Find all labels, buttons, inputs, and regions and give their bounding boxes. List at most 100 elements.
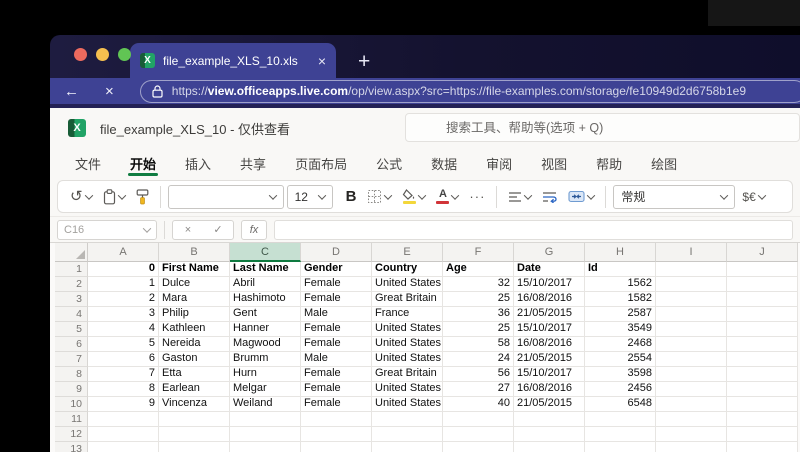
cell-D10[interactable]: Female <box>301 397 372 412</box>
column-header-F[interactable]: F <box>443 243 514 262</box>
cell-B5[interactable]: Kathleen <box>159 322 230 337</box>
column-header-J[interactable]: J <box>727 243 798 262</box>
cell-J3[interactable] <box>727 292 798 307</box>
cell-B6[interactable]: Nereida <box>159 337 230 352</box>
cell-H10[interactable]: 6548 <box>585 397 656 412</box>
cell-B12[interactable] <box>159 427 230 442</box>
row-header-9[interactable]: 9 <box>55 382 88 397</box>
cell-A13[interactable] <box>88 442 159 452</box>
more-font-options-button[interactable]: ··· <box>465 186 489 207</box>
address-bar[interactable]: https://view.officeapps.live.com/op/view… <box>139 79 800 103</box>
formula-input[interactable] <box>274 219 793 240</box>
cell-A11[interactable] <box>88 412 159 427</box>
menu-tab-8[interactable]: 视图 <box>535 148 573 178</box>
cell-I7[interactable] <box>656 352 727 367</box>
cell-J6[interactable] <box>727 337 798 352</box>
cell-H12[interactable] <box>585 427 656 442</box>
cell-G9[interactable]: 16/08/2016 <box>514 382 585 397</box>
tab-close-icon[interactable]: × <box>318 54 326 68</box>
cell-D9[interactable]: Female <box>301 382 372 397</box>
cell-H3[interactable]: 1582 <box>585 292 656 307</box>
menu-tab-4[interactable]: 页面布局 <box>289 148 353 178</box>
menu-tab-9[interactable]: 帮助 <box>590 148 628 178</box>
name-box[interactable]: C16 <box>57 219 157 240</box>
cell-J11[interactable] <box>727 412 798 427</box>
cell-C1[interactable]: Last Name <box>230 262 301 277</box>
cell-J7[interactable] <box>727 352 798 367</box>
cell-E7[interactable]: United States <box>372 352 443 367</box>
cell-H7[interactable]: 2554 <box>585 352 656 367</box>
cell-E12[interactable] <box>372 427 443 442</box>
bold-button[interactable]: B <box>342 185 361 208</box>
cell-C8[interactable]: Hurn <box>230 367 301 382</box>
cell-B11[interactable] <box>159 412 230 427</box>
cell-J5[interactable] <box>727 322 798 337</box>
cell-I5[interactable] <box>656 322 727 337</box>
cell-G7[interactable]: 21/05/2015 <box>514 352 585 367</box>
cell-I8[interactable] <box>656 367 727 382</box>
cell-D2[interactable]: Female <box>301 277 372 292</box>
row-header-10[interactable]: 10 <box>55 397 88 412</box>
column-header-I[interactable]: I <box>656 243 727 262</box>
cell-A5[interactable]: 4 <box>88 322 159 337</box>
cell-J13[interactable] <box>727 442 798 452</box>
cell-C13[interactable] <box>230 442 301 452</box>
cell-J2[interactable] <box>727 277 798 292</box>
cell-H1[interactable]: Id <box>585 262 656 277</box>
column-header-G[interactable]: G <box>514 243 585 262</box>
cell-G1[interactable]: Date <box>514 262 585 277</box>
cell-D4[interactable]: Male <box>301 307 372 322</box>
cell-J8[interactable] <box>727 367 798 382</box>
cell-C2[interactable]: Abril <box>230 277 301 292</box>
column-header-B[interactable]: B <box>159 243 230 262</box>
row-header-1[interactable]: 1 <box>55 262 88 277</box>
cell-I11[interactable] <box>656 412 727 427</box>
cell-B13[interactable] <box>159 442 230 452</box>
row-header-6[interactable]: 6 <box>55 337 88 352</box>
menu-tab-3[interactable]: 共享 <box>234 148 272 178</box>
cell-A9[interactable]: 8 <box>88 382 159 397</box>
cell-I12[interactable] <box>656 427 727 442</box>
cell-B2[interactable]: Dulce <box>159 277 230 292</box>
cell-G13[interactable] <box>514 442 585 452</box>
cell-J12[interactable] <box>727 427 798 442</box>
stop-icon[interactable]: × <box>105 84 114 99</box>
cell-D5[interactable]: Female <box>301 322 372 337</box>
column-header-A[interactable]: A <box>88 243 159 262</box>
row-header-8[interactable]: 8 <box>55 367 88 382</box>
cell-E4[interactable]: France <box>372 307 443 322</box>
font-size-select[interactable]: 12 <box>286 184 333 209</box>
cell-F13[interactable] <box>443 442 514 452</box>
cell-H4[interactable]: 2587 <box>585 307 656 322</box>
cell-F2[interactable]: 32 <box>443 277 514 292</box>
cell-H2[interactable]: 1562 <box>585 277 656 292</box>
cell-C3[interactable]: Hashimoto <box>230 292 301 307</box>
cell-C7[interactable]: Brumm <box>230 352 301 367</box>
row-header-3[interactable]: 3 <box>55 292 88 307</box>
close-window-button[interactable] <box>74 48 87 61</box>
cell-A10[interactable]: 9 <box>88 397 159 412</box>
menu-tab-0[interactable]: 文件 <box>69 148 107 178</box>
cell-A3[interactable]: 2 <box>88 292 159 307</box>
number-format-select[interactable]: 常规 <box>613 184 736 209</box>
cell-G3[interactable]: 16/08/2016 <box>514 292 585 307</box>
column-header-D[interactable]: D <box>301 243 372 262</box>
cell-C6[interactable]: Magwood <box>230 337 301 352</box>
menu-tab-2[interactable]: 插入 <box>179 148 217 178</box>
cell-B7[interactable]: Gaston <box>159 352 230 367</box>
cell-F4[interactable]: 36 <box>443 307 514 322</box>
cell-D1[interactable]: Gender <box>301 262 372 277</box>
cell-I10[interactable] <box>656 397 727 412</box>
cell-C9[interactable]: Melgar <box>230 382 301 397</box>
cell-F12[interactable] <box>443 427 514 442</box>
new-tab-button[interactable]: + <box>358 51 370 72</box>
cell-B9[interactable]: Earlean <box>159 382 230 397</box>
cell-J9[interactable] <box>727 382 798 397</box>
menu-tab-5[interactable]: 公式 <box>370 148 408 178</box>
row-header-7[interactable]: 7 <box>55 352 88 367</box>
cell-C4[interactable]: Gent <box>230 307 301 322</box>
cell-E5[interactable]: United States <box>372 322 443 337</box>
menu-tab-1[interactable]: 开始 <box>124 148 162 178</box>
cell-H11[interactable] <box>585 412 656 427</box>
cell-F1[interactable]: Age <box>443 262 514 277</box>
